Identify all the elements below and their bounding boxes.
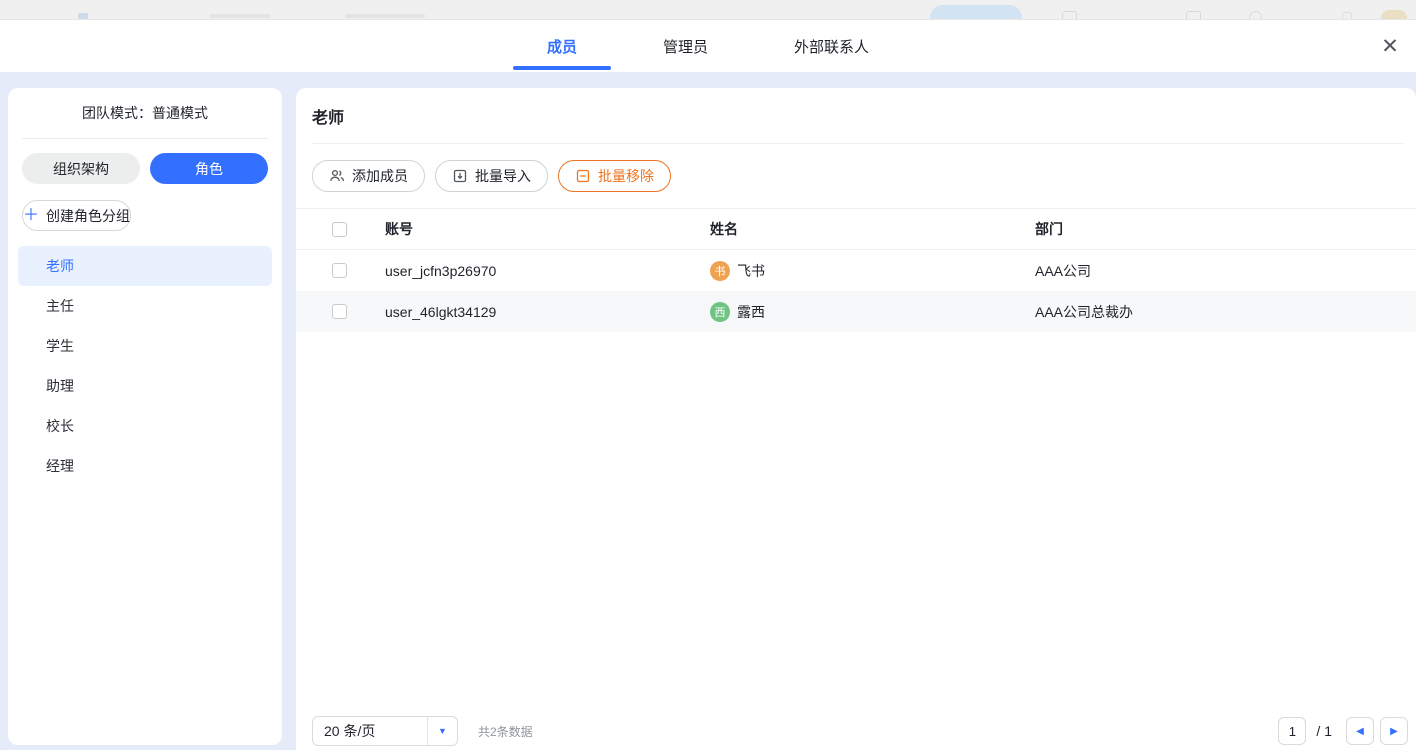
background-help-icon bbox=[1249, 11, 1262, 20]
background-docs-icon bbox=[1186, 11, 1201, 20]
row-checkbox[interactable] bbox=[332, 304, 347, 319]
role-item-teacher[interactable]: 老师 bbox=[18, 246, 272, 286]
column-header-name: 姓名 bbox=[710, 219, 1035, 239]
background-active-pill bbox=[930, 5, 1022, 20]
table-row[interactable]: user_jcfn3p26970 书 飞书 AAA公司 bbox=[296, 250, 1416, 291]
background-logo bbox=[78, 13, 88, 19]
account-cell: user_jcfn3p26970 bbox=[385, 263, 710, 279]
toolbar: 添加成员 批量导入 批量移除 bbox=[312, 160, 1416, 192]
team-mode-label: 团队模式：普通模式 bbox=[8, 88, 282, 138]
page-navigation: 1 / 1 ◀ ▶ bbox=[1278, 717, 1408, 745]
import-icon bbox=[452, 168, 468, 184]
avatar: 西 bbox=[710, 302, 730, 322]
select-all-checkbox[interactable] bbox=[332, 222, 347, 237]
background-avatar bbox=[1381, 10, 1407, 20]
create-role-group-label: 创建角色分组 bbox=[46, 206, 130, 226]
batch-remove-label: 批量移除 bbox=[598, 166, 654, 186]
total-count-label: 共2条数据 bbox=[478, 723, 533, 740]
plus-icon: ＋ bbox=[23, 208, 39, 224]
role-list: 老师 主任 学生 助理 校长 经理 bbox=[8, 246, 282, 486]
name-cell: 西 露西 bbox=[710, 302, 1035, 322]
member-name: 露西 bbox=[737, 302, 765, 322]
batch-import-label: 批量导入 bbox=[475, 166, 531, 186]
close-icon[interactable]: ✕ bbox=[1376, 32, 1404, 60]
people-icon bbox=[329, 168, 345, 184]
department-cell: AAA公司总裁办 bbox=[1035, 302, 1400, 322]
background-settings-icon bbox=[1342, 12, 1352, 20]
next-page-button[interactable]: ▶ bbox=[1380, 717, 1408, 745]
department-cell: AAA公司 bbox=[1035, 261, 1400, 281]
title-divider bbox=[312, 143, 1404, 144]
role-item-principal[interactable]: 校长 bbox=[18, 406, 272, 446]
background-calendar-icon bbox=[1062, 11, 1077, 20]
background-text-smudge bbox=[345, 14, 425, 18]
column-header-account: 账号 bbox=[385, 219, 710, 239]
page-size-select[interactable]: 20 条/页 ▼ bbox=[312, 716, 458, 746]
avatar: 书 bbox=[710, 261, 730, 281]
view-segment-toggle: 组织架构 角色 bbox=[8, 139, 282, 184]
account-cell: user_46lgkt34129 bbox=[385, 304, 710, 320]
member-table: 账号 姓名 部门 user_jcfn3p26970 书 飞书 AAA公司 use… bbox=[296, 208, 1416, 332]
page-title: 老师 bbox=[312, 107, 1400, 131]
member-name: 飞书 bbox=[737, 261, 765, 281]
member-modal-tab-bar: 成员 管理员 外部联系人 bbox=[0, 20, 1416, 72]
sidebar-panel: 团队模式：普通模式 组织架构 角色 ＋ 创建角色分组 老师 主任 学生 助理 校… bbox=[8, 88, 282, 745]
table-header-row: 账号 姓名 部门 bbox=[296, 208, 1416, 250]
row-checkbox[interactable] bbox=[332, 263, 347, 278]
create-role-group-button[interactable]: ＋ 创建角色分组 bbox=[22, 200, 131, 231]
tab-admins[interactable]: 管理员 bbox=[629, 20, 742, 72]
tab-members[interactable]: 成员 bbox=[513, 20, 611, 72]
prev-page-button[interactable]: ◀ bbox=[1346, 717, 1374, 745]
pagination-bar: 20 条/页 ▼ 共2条数据 1 / 1 ◀ ▶ bbox=[312, 716, 1408, 746]
add-member-label: 添加成员 bbox=[352, 166, 408, 186]
page-number-input[interactable]: 1 bbox=[1278, 717, 1306, 745]
member-list-panel: 老师 添加成员 批量导入 bbox=[296, 88, 1416, 750]
name-cell: 书 飞书 bbox=[710, 261, 1035, 281]
segment-roles[interactable]: 角色 bbox=[150, 153, 268, 184]
add-member-button[interactable]: 添加成员 bbox=[312, 160, 425, 192]
page-total-label: / 1 bbox=[1316, 723, 1332, 739]
background-app-bar bbox=[0, 0, 1416, 20]
page-size-value: 20 条/页 bbox=[313, 721, 427, 741]
role-item-manager[interactable]: 经理 bbox=[18, 446, 272, 486]
caret-zone: ▼ bbox=[427, 717, 457, 745]
column-header-department: 部门 bbox=[1035, 219, 1400, 239]
background-text-smudge bbox=[210, 14, 270, 18]
batch-import-button[interactable]: 批量导入 bbox=[435, 160, 548, 192]
batch-remove-button[interactable]: 批量移除 bbox=[558, 160, 671, 192]
table-row[interactable]: user_46lgkt34129 西 露西 AAA公司总裁办 bbox=[296, 291, 1416, 332]
role-item-student[interactable]: 学生 bbox=[18, 326, 272, 366]
role-item-assistant[interactable]: 助理 bbox=[18, 366, 272, 406]
tab-external-contacts[interactable]: 外部联系人 bbox=[760, 20, 903, 72]
segment-org-structure[interactable]: 组织架构 bbox=[22, 153, 140, 184]
chevron-down-icon: ▼ bbox=[438, 726, 447, 736]
minus-square-icon bbox=[575, 168, 591, 184]
role-item-director[interactable]: 主任 bbox=[18, 286, 272, 326]
